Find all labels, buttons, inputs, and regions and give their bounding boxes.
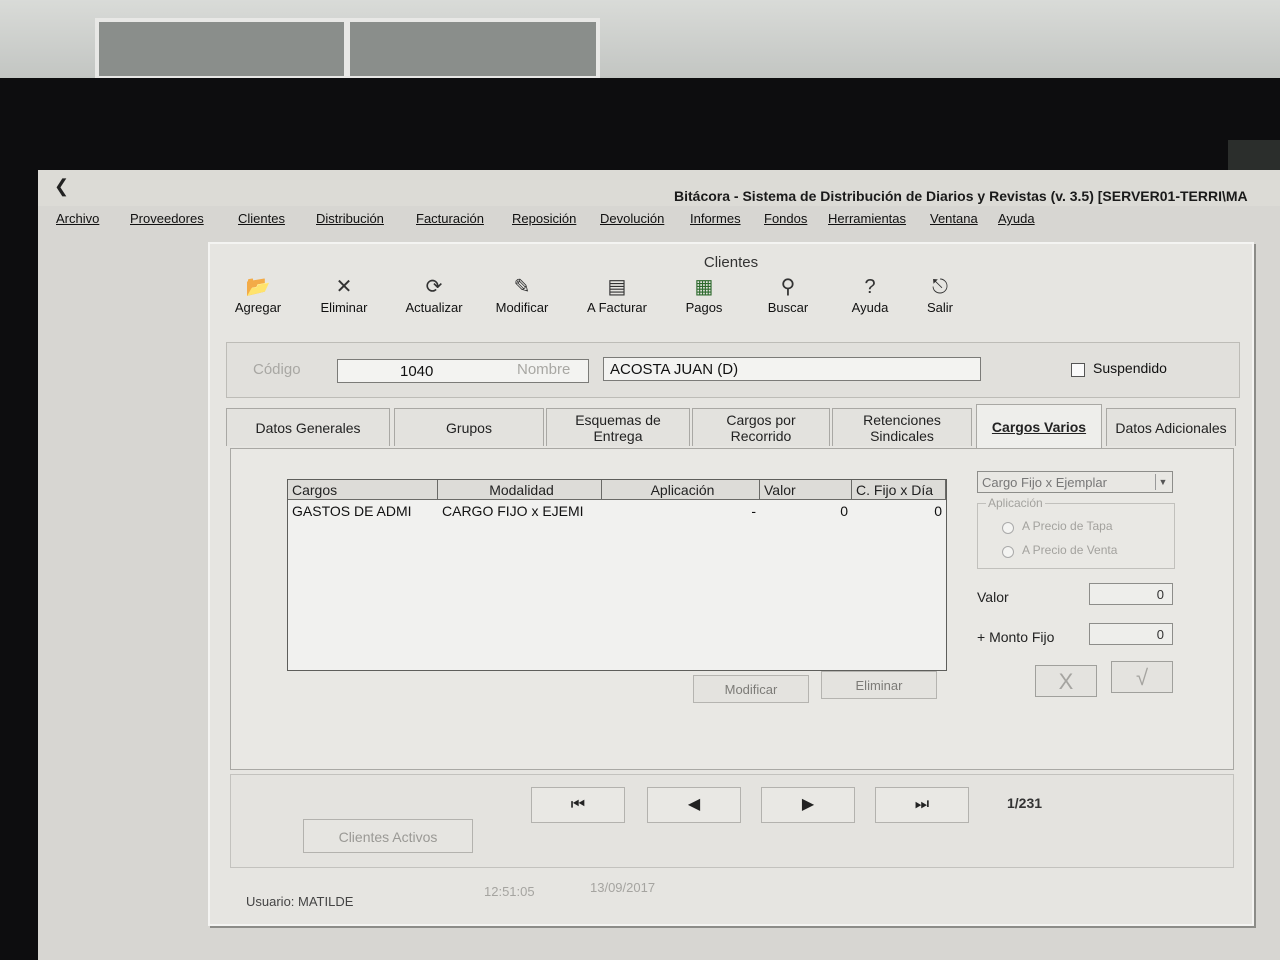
status-hora: 12:51:05 bbox=[484, 884, 535, 899]
radio-precio-tapa-label: A Precio de Tapa bbox=[1022, 519, 1113, 533]
ayuda-button[interactable]: ? Ayuda bbox=[832, 274, 908, 330]
cell-valor: 0 bbox=[840, 503, 848, 519]
valor-label: Valor bbox=[977, 589, 1009, 605]
nombre-label: Nombre bbox=[517, 361, 571, 378]
delete-x-icon: ✕ bbox=[335, 276, 353, 298]
tab-esquemas-de-entrega[interactable]: Esquemas de Entrega bbox=[546, 408, 690, 446]
app-title: Bitácora - Sistema de Distribución de Di… bbox=[674, 188, 1248, 204]
pagos-button[interactable]: ▦ Pagos bbox=[666, 274, 742, 330]
grid-header: Cargos Modalidad Aplicación Valor C. Fij… bbox=[288, 480, 946, 500]
menu-ayuda[interactable]: Ayuda bbox=[998, 211, 1035, 226]
modificar-cargo-button[interactable]: Modificar bbox=[693, 675, 809, 703]
tab-retenciones-sindicales[interactable]: Retenciones Sindicales bbox=[832, 408, 972, 446]
cell-modalidad: CARGO FIJO x EJEMI bbox=[442, 503, 584, 519]
status-usuario: Usuario: MATILDE bbox=[246, 894, 354, 909]
background-window bbox=[95, 18, 600, 80]
menu-fondos[interactable]: Fondos bbox=[764, 211, 807, 226]
invoice-icon: ▤ bbox=[607, 276, 627, 298]
menu-herramientas[interactable]: Herramientas bbox=[828, 211, 906, 226]
cell-c-fijo-x-dia: 0 bbox=[934, 503, 942, 519]
col-cargos[interactable]: Cargos bbox=[288, 480, 438, 500]
menu-ventana[interactable]: Ventana bbox=[930, 211, 978, 226]
last-icon: ⏭ bbox=[914, 796, 930, 813]
payments-icon: ▦ bbox=[694, 276, 714, 298]
suspendido-checkbox[interactable] bbox=[1071, 363, 1085, 377]
clientes-dialog: Clientes 📂 Agregar ✕ Eliminar ⟳ Actualiz… bbox=[208, 242, 1254, 926]
next-icon: ▶ bbox=[801, 796, 815, 813]
dialog-title: Clientes bbox=[703, 254, 759, 271]
tab-datos-generales[interactable]: Datos Generales bbox=[226, 408, 390, 446]
cargos-grid[interactable]: Cargos Modalidad Aplicación Valor C. Fij… bbox=[287, 479, 947, 671]
eliminar-cargo-button[interactable]: Eliminar bbox=[821, 671, 937, 699]
radio-precio-tapa[interactable] bbox=[1002, 522, 1014, 534]
binoculars-icon: ⚲ bbox=[780, 276, 796, 298]
status-fecha: 13/09/2017 bbox=[590, 880, 656, 895]
cell-cargos: GASTOS DE ADMI bbox=[292, 503, 412, 519]
col-aplicacion[interactable]: Aplicación bbox=[602, 480, 760, 500]
col-c-fijo-x-dia[interactable]: C. Fijo x Día bbox=[852, 480, 946, 500]
app-titlebar: ❮ Bitácora - Sistema de Distribución de … bbox=[38, 170, 1280, 206]
monitor-screen: ❮ Bitácora - Sistema de Distribución de … bbox=[38, 170, 1280, 960]
menu-facturacion[interactable]: Facturación bbox=[416, 211, 484, 226]
exit-door-icon: ⎋ bbox=[932, 276, 948, 298]
monto-fijo-field[interactable]: 0 bbox=[1089, 623, 1173, 645]
agregar-button[interactable]: 📂 Agregar bbox=[220, 274, 296, 330]
help-icon: ? bbox=[864, 276, 876, 298]
prev-icon: ◀ bbox=[687, 796, 701, 813]
edit-document-icon: ✎ bbox=[513, 276, 531, 298]
nombre-field[interactable]: ACOSTA JUAN (D) bbox=[603, 357, 981, 381]
menu-informes[interactable]: Informes bbox=[690, 211, 741, 226]
aplicacion-label: Aplicación bbox=[986, 496, 1045, 510]
monto-fijo-label: + Monto Fijo bbox=[977, 629, 1055, 645]
app-icon: ❮ bbox=[54, 176, 70, 196]
tab-datos-adicionales[interactable]: Datos Adicionales bbox=[1106, 408, 1236, 446]
client-fields: Código 1040 Nombre ACOSTA JUAN (D) Suspe… bbox=[226, 342, 1240, 398]
tab-cargos-varios[interactable]: Cargos Varios bbox=[976, 404, 1102, 448]
aplicacion-group: Aplicación A Precio de Tapa A Precio de … bbox=[977, 496, 1175, 569]
menu-devolucion[interactable]: Devolución bbox=[600, 211, 664, 226]
cancel-button[interactable]: X bbox=[1035, 665, 1097, 697]
radio-precio-venta[interactable] bbox=[1002, 546, 1014, 558]
menu-distribucion[interactable]: Distribución bbox=[316, 211, 384, 226]
first-icon: ⏮ bbox=[570, 796, 586, 813]
toolbar: 📂 Agregar ✕ Eliminar ⟳ Actualizar ✎ Modi… bbox=[220, 274, 960, 330]
next-record-button[interactable]: ▶ bbox=[761, 787, 855, 823]
folder-open-icon: 📂 bbox=[245, 276, 271, 298]
codigo-label: Código bbox=[253, 361, 301, 378]
clientes-activos-button[interactable]: Clientes Activos bbox=[303, 819, 473, 853]
cargo-editor: Cargo Fijo x Ejemplar ▼ Aplicación A Pre… bbox=[977, 471, 1181, 711]
last-record-button[interactable]: ⏭ bbox=[875, 787, 969, 823]
suspendido-label: Suspendido bbox=[1093, 360, 1167, 376]
menu-reposicion[interactable]: Reposición bbox=[512, 211, 576, 226]
confirm-button[interactable]: √ bbox=[1111, 661, 1173, 693]
buscar-button[interactable]: ⚲ Buscar bbox=[750, 274, 826, 330]
a-facturar-button[interactable]: ▤ A Facturar bbox=[572, 274, 662, 330]
refresh-document-icon: ⟳ bbox=[425, 276, 443, 298]
cargos-varios-panel: Cargos Modalidad Aplicación Valor C. Fij… bbox=[230, 448, 1234, 770]
record-navigation: ⏮ ◀ ▶ ⏭ 1/231 Clientes Activos bbox=[230, 774, 1234, 868]
menu-bar: Archivo Proveedores Clientes Distribució… bbox=[38, 206, 1280, 232]
tab-grupos[interactable]: Grupos bbox=[394, 408, 544, 446]
chevron-down-icon: ▼ bbox=[1155, 474, 1170, 490]
menu-clientes[interactable]: Clientes bbox=[238, 211, 285, 226]
col-valor[interactable]: Valor bbox=[760, 480, 852, 500]
valor-field[interactable]: 0 bbox=[1089, 583, 1173, 605]
prev-record-button[interactable]: ◀ bbox=[647, 787, 741, 823]
first-record-button[interactable]: ⏮ bbox=[531, 787, 625, 823]
record-counter: 1/231 bbox=[1007, 795, 1043, 811]
menu-proveedores[interactable]: Proveedores bbox=[130, 211, 204, 226]
radio-precio-venta-label: A Precio de Venta bbox=[1022, 543, 1118, 557]
status-bar: Usuario: MATILDE 12:51:05 13/09/2017 bbox=[220, 880, 1240, 916]
modalidad-select[interactable]: Cargo Fijo x Ejemplar ▼ bbox=[977, 471, 1173, 493]
tab-strip: Datos Generales Grupos Esquemas de Entre… bbox=[226, 404, 1238, 448]
col-modalidad[interactable]: Modalidad bbox=[438, 480, 602, 500]
eliminar-button[interactable]: ✕ Eliminar bbox=[306, 274, 382, 330]
tab-cargos-por-recorrido[interactable]: Cargos por Recorrido bbox=[692, 408, 830, 446]
modificar-button[interactable]: ✎ Modificar bbox=[484, 274, 560, 330]
actualizar-button[interactable]: ⟳ Actualizar bbox=[396, 274, 472, 330]
menu-archivo[interactable]: Archivo bbox=[56, 211, 99, 226]
cell-aplicacion: - bbox=[751, 503, 756, 519]
salir-button[interactable]: ⎋ Salir bbox=[912, 274, 968, 330]
